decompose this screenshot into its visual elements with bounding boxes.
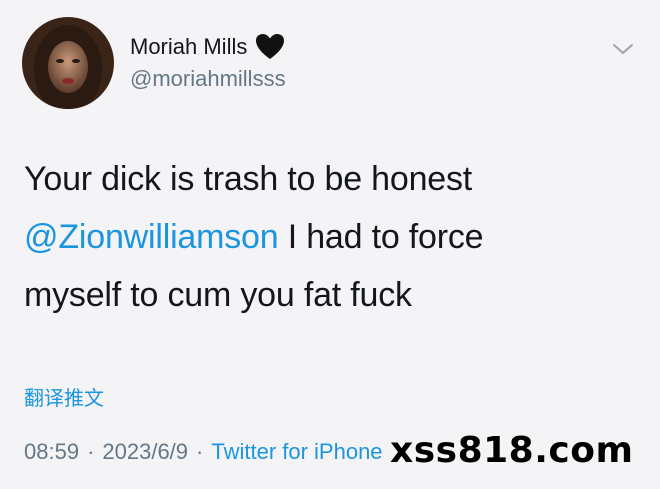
translate-tweet-link[interactable]: 翻译推文 (24, 382, 104, 411)
tweet-meta: 08:59 · 2023/6/9 · Twitter for iPhone (24, 439, 383, 465)
avatar[interactable] (22, 17, 114, 109)
tweet-source-link[interactable]: Twitter for iPhone (211, 439, 382, 464)
watermark: xss818.com (390, 430, 634, 471)
tweet-line-2-text: I had to force (278, 218, 484, 256)
display-name[interactable]: Moriah Mills (130, 34, 247, 60)
tweet-text: Your dick is trash to be honest @Zionwil… (24, 150, 624, 324)
tweet-line-3: myself to cum you fat fuck (24, 276, 412, 314)
user-handle[interactable]: @moriahmillsss (130, 66, 286, 92)
black-heart-icon (255, 33, 285, 61)
tweet-line-1: Your dick is trash to be honest (24, 160, 473, 198)
chevron-down-icon[interactable] (612, 42, 634, 56)
display-name-row[interactable]: Moriah Mills (130, 33, 285, 61)
tweet-line-2: @Zionwilliamson I had to force (24, 208, 624, 266)
mention-link[interactable]: @Zionwilliamson (24, 218, 279, 256)
tweet-date: 2023/6/9 (102, 439, 189, 464)
meta-separator: · (87, 439, 95, 464)
meta-separator: · (196, 439, 204, 464)
tweet-card: Moriah Mills @moriahmillsss Your dick is… (0, 0, 660, 489)
tweet-time: 08:59 (24, 439, 80, 464)
